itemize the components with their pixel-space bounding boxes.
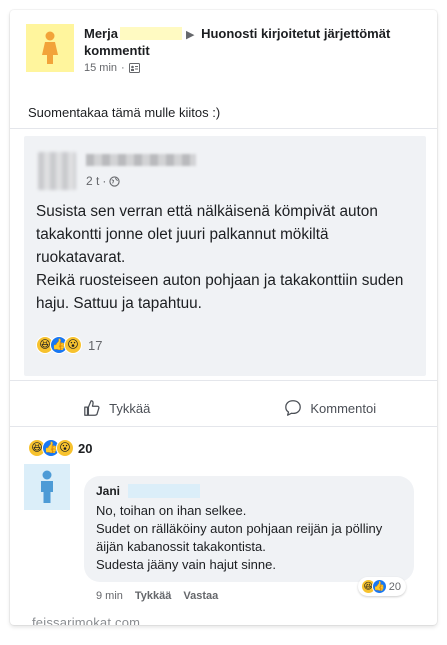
comment-button-label: Kommentoi <box>310 400 377 416</box>
comment-line: Sudesta jääny vain hajut sinne. <box>96 557 276 572</box>
globe-icon <box>109 175 120 187</box>
male-person-icon <box>41 470 53 503</box>
female-person-icon <box>42 31 58 64</box>
like-thumb-icon: 👍 <box>371 579 387 594</box>
shared-post-paragraph: Susista sen verran että nälkäisenä kömpi… <box>36 203 378 266</box>
blurred-author-name <box>86 154 196 166</box>
watermark: feissarimokat.com <box>32 615 141 625</box>
comment-reactions[interactable]: 😆 👍 20 <box>357 577 406 596</box>
shared-post-paragraph: Reikä ruosteiseen auton pohjaan ja takak… <box>36 272 404 312</box>
comment-text: No, toihan on ihan selkee. Sudet on räll… <box>96 502 406 574</box>
author-avatar[interactable] <box>26 24 74 72</box>
comment-author: Jani <box>96 484 201 498</box>
post-time[interactable]: 15 min <box>84 62 117 74</box>
redacted-surname <box>119 27 182 40</box>
post-meta: 15 min · <box>84 62 140 74</box>
wow-emoji-icon: 😮 <box>56 439 74 457</box>
comment-bubble: Jani No, toihan on ihan selkee. Sudet on… <box>84 476 414 596</box>
post-header: Merja ▶ Huonosti kirjoitetut järjettömät … <box>84 26 404 59</box>
like-button-label: Tykkää <box>109 400 151 416</box>
comment-time[interactable]: 9 min <box>96 590 123 602</box>
shared-post[interactable]: 2 t · Susista sen verran että nälkäisenä… <box>24 136 426 376</box>
commenter-avatar[interactable] <box>24 464 70 510</box>
comment-reply-link[interactable]: Vastaa <box>183 590 218 602</box>
comment-like-link[interactable]: Tykkää <box>135 590 172 602</box>
divider <box>10 128 437 129</box>
comment-actions: 9 min Tykkää Vastaa <box>96 590 218 602</box>
triangle-right-icon: ▶ <box>185 29 195 41</box>
group-audience-icon <box>128 63 140 73</box>
blurred-avatar <box>38 152 76 190</box>
post-actions: Tykkää Kommentoi <box>10 390 437 426</box>
redacted-surname <box>128 484 201 498</box>
comment-reaction-count: 20 <box>388 580 401 593</box>
shared-post-time[interactable]: 2 t <box>86 174 99 188</box>
comment-line: Sudet on rälläköiny auton pohjaan reijän… <box>96 521 383 554</box>
reaction-count: 20 <box>78 440 93 456</box>
post-reactions[interactable]: 😆 👍 😮 20 <box>28 439 92 457</box>
post-text: Suomentakaa tämä mulle kiitos :) <box>28 105 221 120</box>
comment-line: No, toihan on ihan selkee. <box>96 503 247 518</box>
wow-emoji-icon: 😮 <box>64 336 82 354</box>
comment-bubble-icon <box>285 400 302 416</box>
divider <box>10 380 437 381</box>
reaction-count: 17 <box>88 337 103 353</box>
comment-button[interactable]: Kommentoi <box>224 390 438 426</box>
comment-author-name[interactable]: Jani <box>96 484 120 498</box>
shared-post-meta: 2 t · <box>86 174 120 188</box>
divider <box>10 426 437 427</box>
post-card: Merja ▶ Huonosti kirjoitetut järjettömät … <box>10 10 437 625</box>
author-name[interactable]: Merja <box>84 26 118 41</box>
shared-post-body: Susista sen verran että nälkäisenä kömpi… <box>36 200 421 315</box>
thumbs-up-icon <box>84 400 100 416</box>
like-button[interactable]: Tykkää <box>10 390 224 426</box>
shared-post-reactions[interactable]: 😆 👍 😮 17 <box>36 336 102 354</box>
